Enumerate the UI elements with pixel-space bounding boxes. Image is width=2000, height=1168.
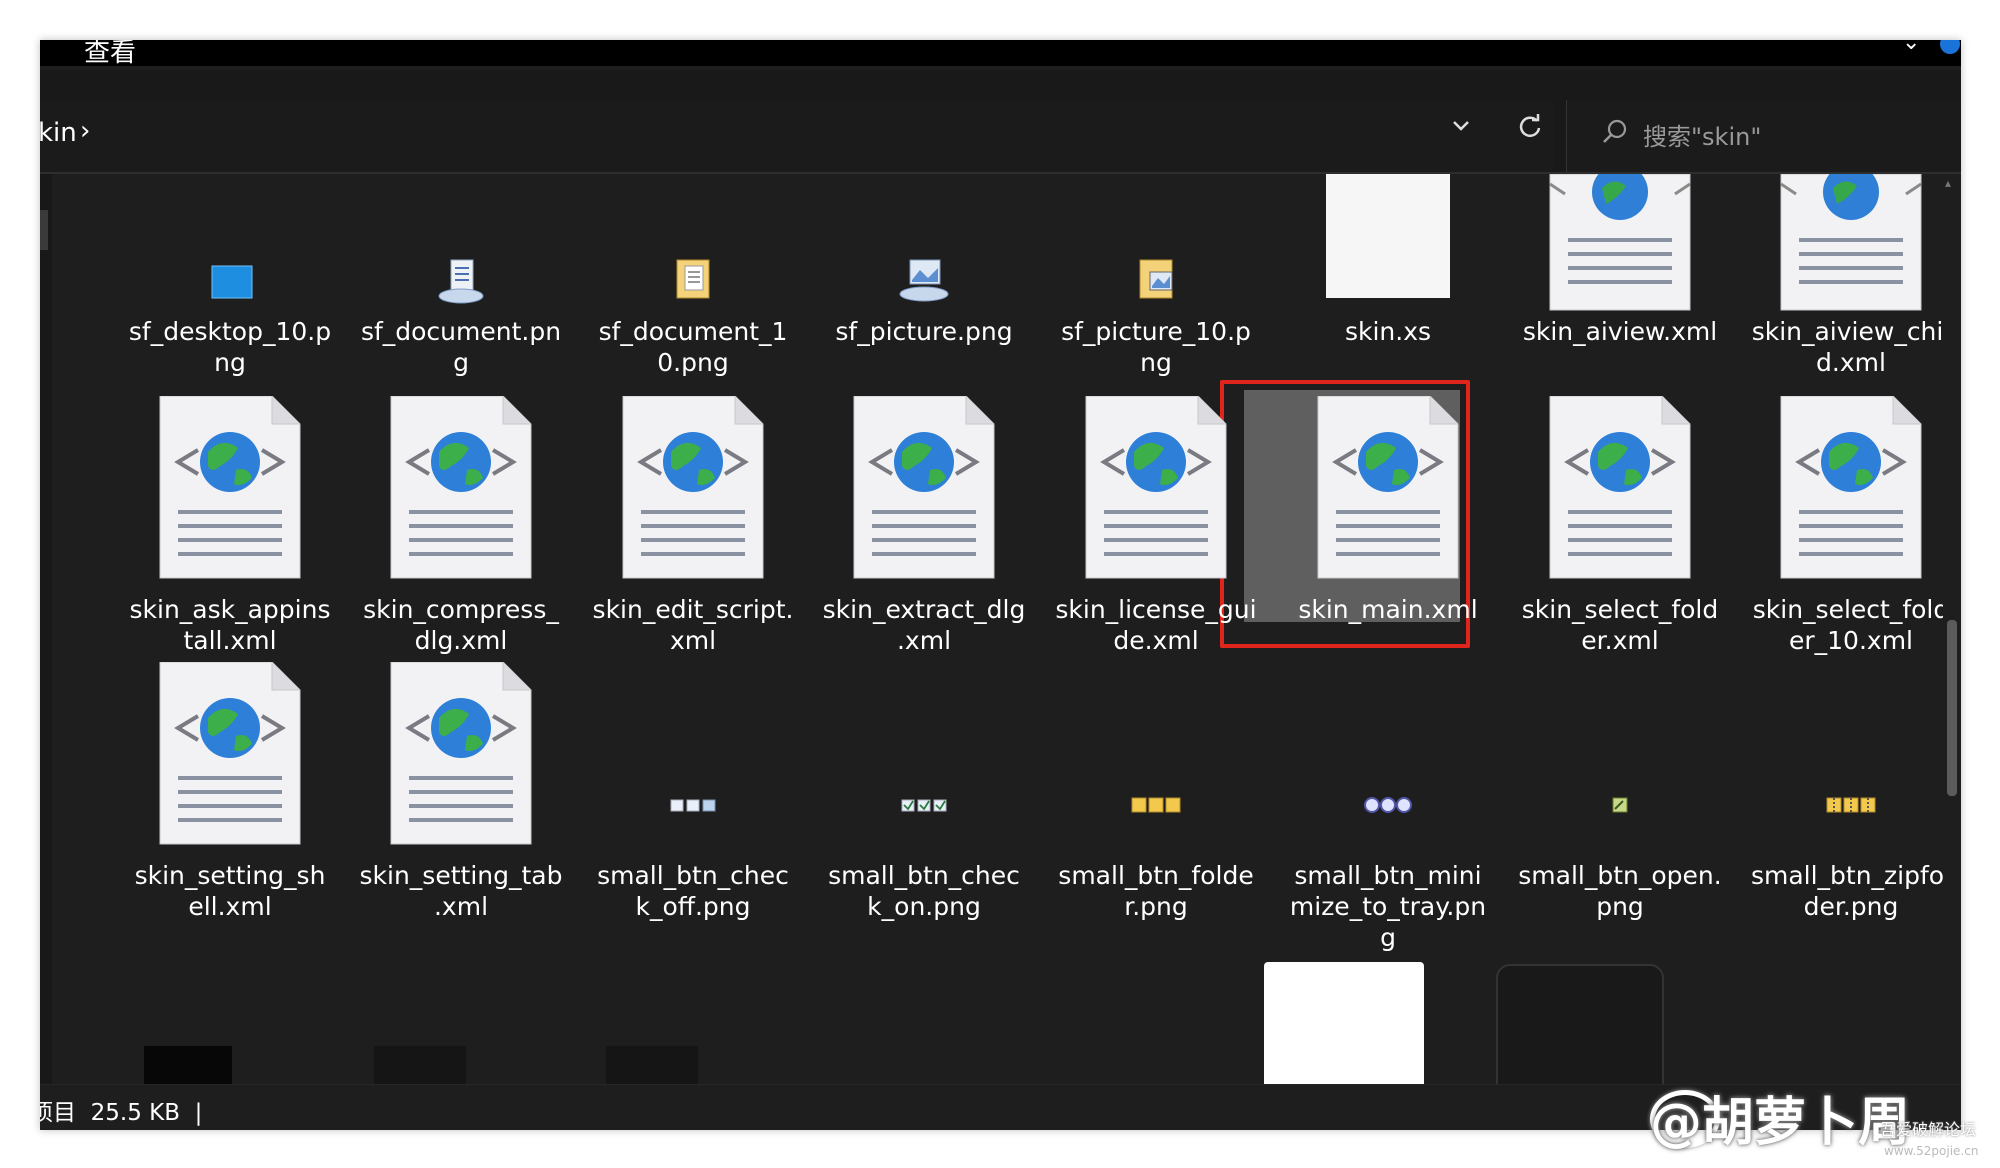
blank-file-icon (1326, 174, 1450, 298)
file-name: small_btn_chec k_on.png (828, 861, 1020, 921)
file-name: sf_desktop_10.p ng (128, 317, 332, 377)
file-name: small_btn_chec k_off.png (597, 861, 789, 921)
search-box[interactable] (1566, 100, 1961, 172)
zip-folder-strip-icon (1826, 797, 1876, 813)
file-name: skin_select_fold er.xml (1521, 595, 1719, 655)
file-name: skin_aiview_chil d.xml (1751, 317, 1951, 377)
dark-thumbnail[interactable] (144, 1046, 232, 1084)
open-icon (1612, 797, 1628, 813)
file-name: small_btn_folde r.png (1058, 861, 1254, 921)
ribbon-collapse-chevron-icon[interactable]: ⌄ (1902, 40, 1920, 55)
xml-file-icon (1549, 396, 1691, 579)
file-name: sf_picture.png (835, 317, 1013, 346)
file-name: skin_setting_tab .xml (359, 861, 563, 921)
vertical-scrollbar[interactable]: ▴ (1943, 174, 1961, 1084)
breadcrumb-skin-folder[interactable]: kin (40, 118, 77, 148)
file-name: sf_document.pn g (360, 317, 562, 377)
file-name: skin_setting_sh ell.xml (134, 861, 326, 921)
ornate-frame-thumbnail[interactable] (1496, 964, 1664, 1084)
picture-folder-image-icon (1139, 259, 1173, 299)
xml-file-icon (1549, 174, 1691, 311)
file-name: skin.xs (1344, 317, 1432, 346)
xml-file-icon (159, 662, 301, 845)
xml-file-icon (1780, 396, 1922, 579)
search-input[interactable] (1641, 116, 1945, 158)
address-bar[interactable]: kin › (40, 100, 1553, 172)
checkbox-on-strip-icon (901, 799, 947, 812)
xml-file-icon (1780, 174, 1922, 311)
file-name: sf_picture_10.p ng (1061, 317, 1251, 377)
search-icon (1601, 118, 1629, 153)
checkbox-off-strip-icon (670, 799, 716, 812)
desktop-image-icon (211, 265, 253, 299)
scrollbar-thumb[interactable] (1947, 620, 1957, 796)
file-name: skin_aiview.xml (1522, 317, 1718, 346)
xml-file-icon (390, 396, 532, 579)
xml-file-icon (390, 662, 532, 845)
status-text: 项目 25.5 KB | (40, 1100, 203, 1126)
xml-file-icon (159, 396, 301, 579)
xml-file-icon (853, 396, 995, 579)
dark-thumbnail[interactable] (374, 1046, 466, 1084)
file-name: small_btn_zipfol der.png (1750, 861, 1952, 921)
help-icon[interactable] (1940, 40, 1960, 54)
xml-file-icon (1085, 396, 1227, 579)
refresh-icon[interactable] (1510, 112, 1550, 152)
minimize-strip-icon (1364, 797, 1412, 813)
nav-pane-scroll-mark (40, 210, 48, 250)
xml-file-icon (1317, 396, 1459, 579)
view-menu-tab[interactable]: 查看 (84, 40, 136, 69)
file-name: skin_ask_appins tall.xml (129, 595, 331, 655)
dark-thumbnail[interactable] (606, 1046, 698, 1084)
breadcrumb-chevron-icon[interactable]: › (80, 116, 90, 146)
picture-image-icon (899, 259, 949, 302)
ribbon-bar: 查看 ⌄ (40, 40, 1961, 69)
scroll-up-arrow-icon[interactable]: ▴ (1945, 176, 1951, 190)
file-name: skin_extract_dlg .xml (822, 595, 1026, 655)
watermark-site: www.52pojie.cn (1884, 1144, 1979, 1158)
file-name: skin_main.xml (1298, 595, 1478, 624)
file-name: skin_license_gui de.xml (1055, 595, 1257, 655)
file-name: skin_select_fold er_10.xml (1752, 595, 1950, 655)
xml-file-icon (622, 396, 764, 579)
watermark-site-cn: 吾爱破解论坛 (1880, 1120, 1977, 1139)
chevron-down-icon[interactable] (1450, 114, 1472, 144)
navigation-pane-edge (40, 174, 52, 1084)
file-list-pane[interactable]: sf_desktop_10.p ng sf_document.pn g sf_d… (40, 174, 1961, 1084)
watermark-text: @胡萝卜周 (1650, 1093, 1911, 1153)
file-name: small_btn_mini mize_to_tray.pn g (1289, 861, 1487, 952)
document-folder-image-icon (676, 259, 710, 299)
file-explorer-window: 查看 ⌄ kin › 搜索"skin" sf_desktop_10.p ng s… (40, 40, 1961, 1130)
file-name: sf_document_1 0.png (598, 317, 788, 377)
file-name: small_btn_open. png (1518, 861, 1722, 921)
file-name: skin_compress_ dlg.xml (363, 595, 559, 655)
folder-strip-icon (1131, 797, 1181, 813)
document-image-icon (438, 259, 484, 304)
white-thumbnail[interactable] (1264, 962, 1424, 1084)
file-name: skin_edit_script. xml (592, 595, 794, 655)
address-bar-row: kin › (40, 70, 1961, 172)
